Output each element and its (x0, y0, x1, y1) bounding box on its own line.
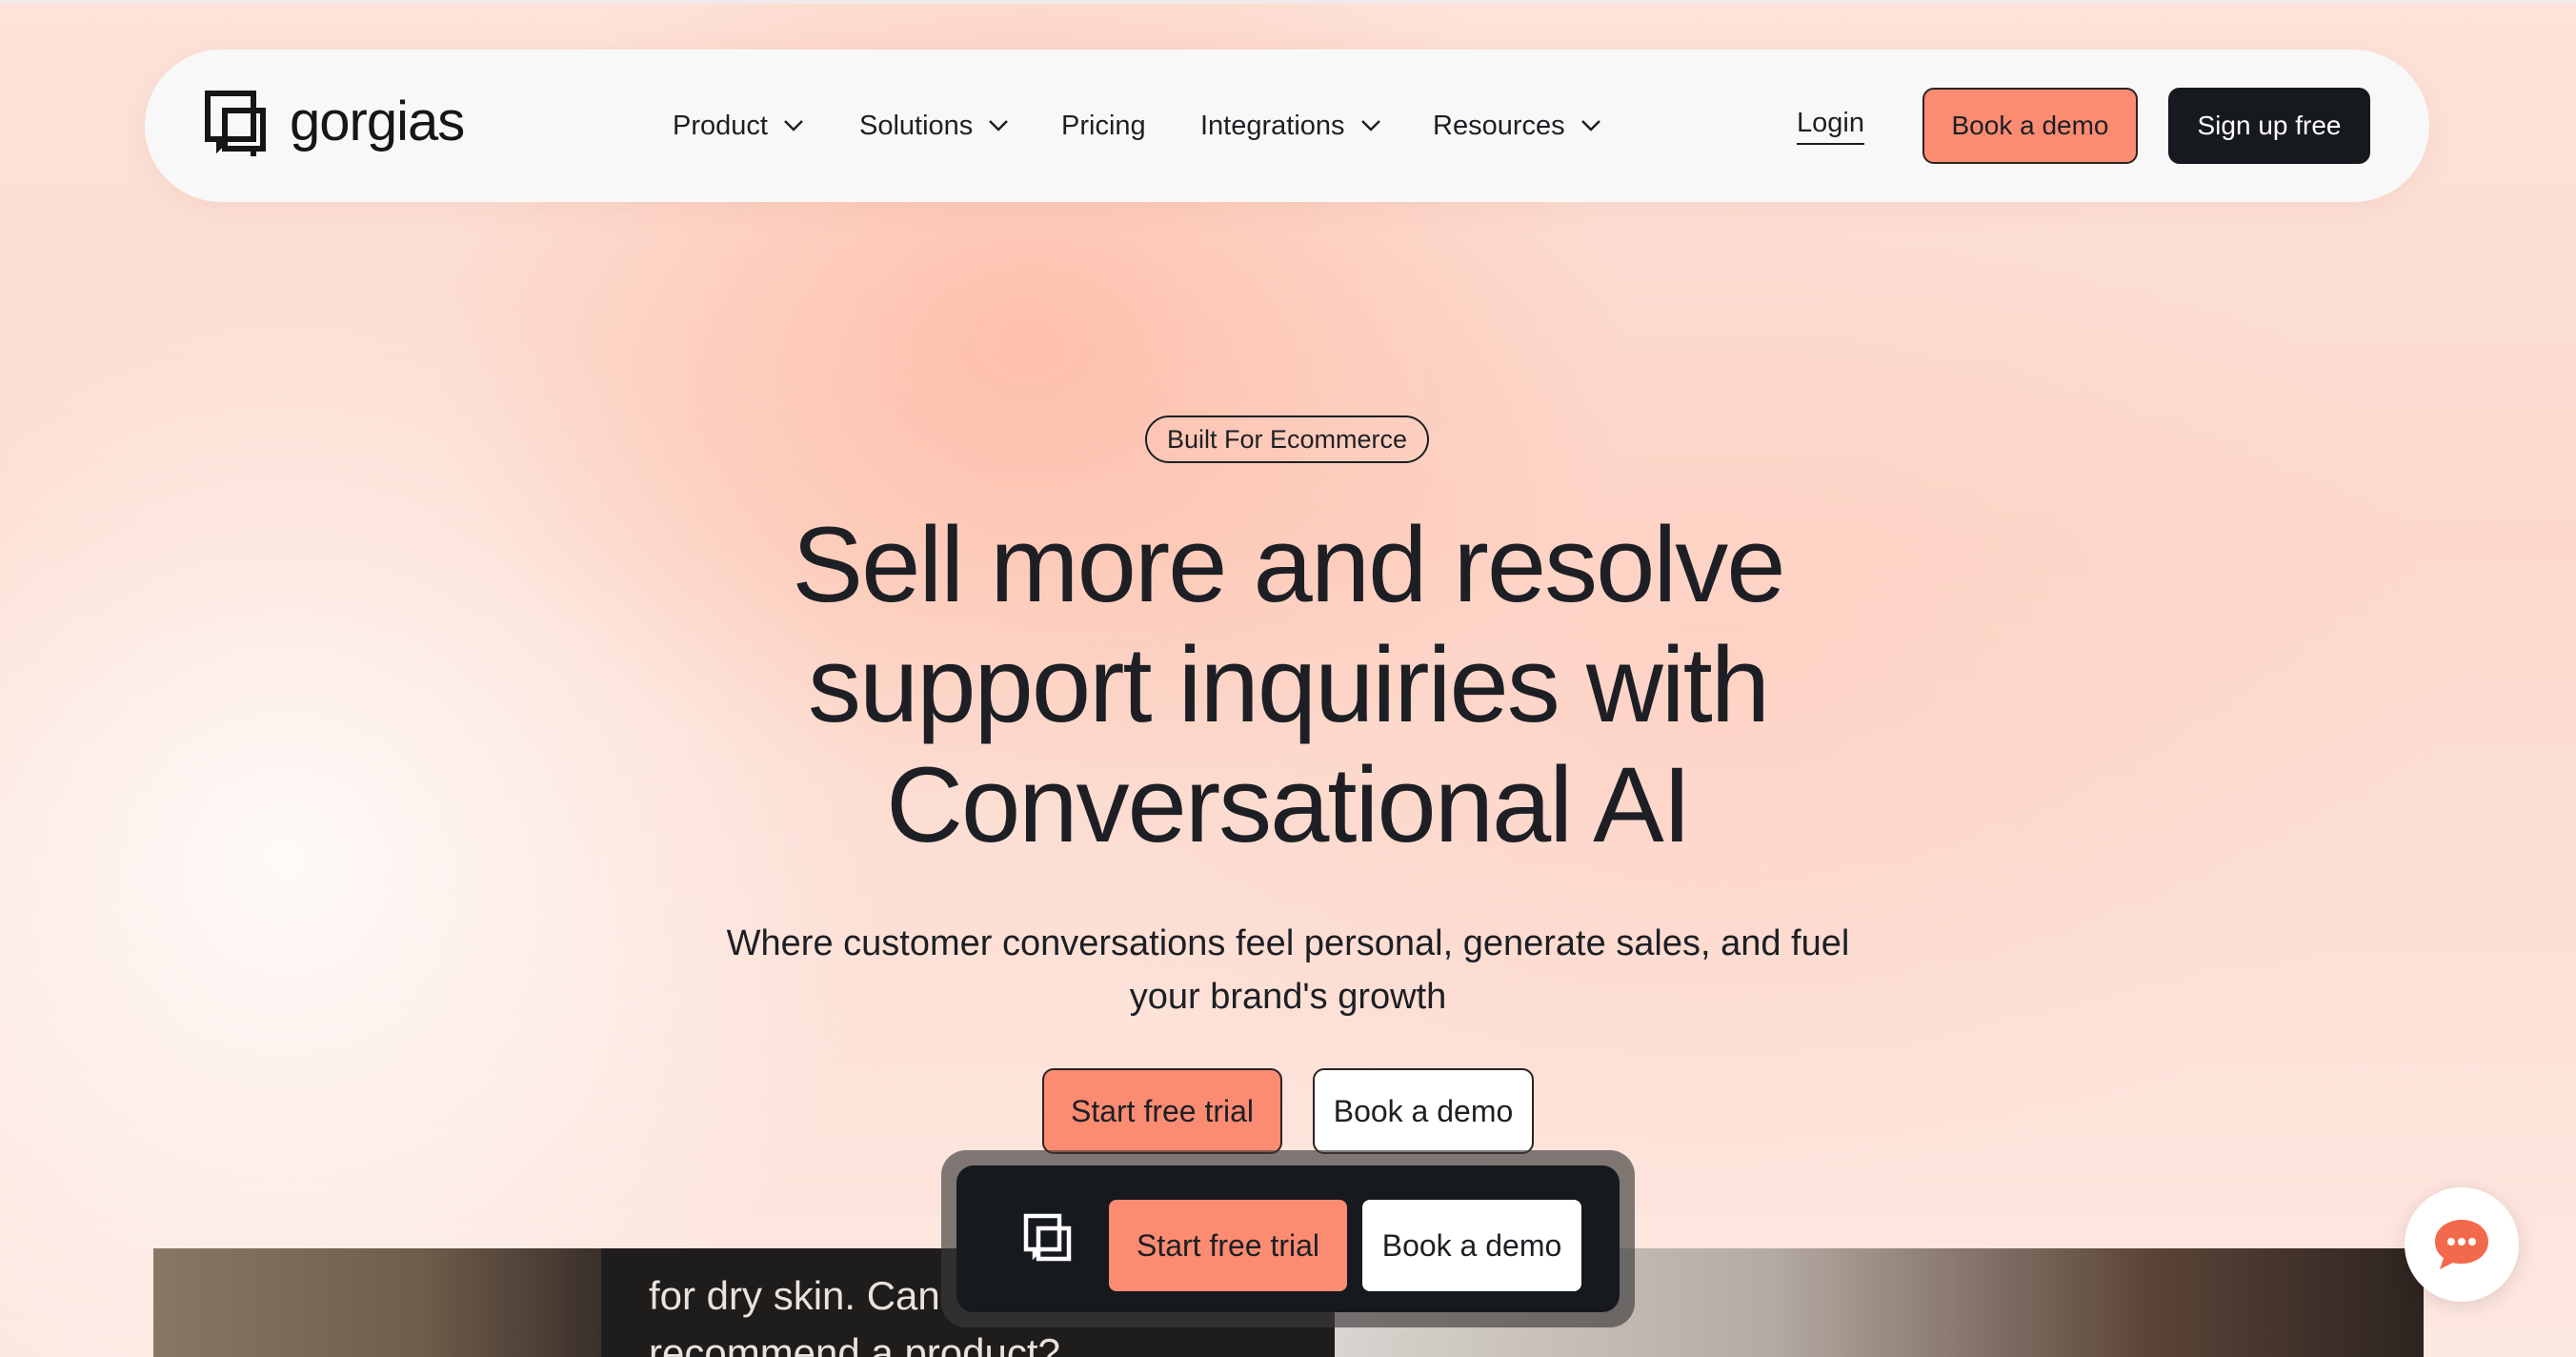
subheading-line: Where customer conversations feel person… (726, 923, 1850, 963)
nav-item-label: Solutions (859, 110, 974, 141)
start-free-trial-button[interactable]: Start free trial (1042, 1068, 1282, 1154)
nav-item-label: Pricing (1061, 110, 1146, 141)
chevron-down-icon (784, 120, 803, 132)
nav-item-label: Resources (1433, 110, 1565, 141)
gorgias-logo-icon (1023, 1213, 1072, 1262)
nav-item-solutions[interactable]: Solutions (859, 50, 1009, 202)
brand-logo-link[interactable]: gorgias (204, 90, 465, 158)
top-navbar: gorgias Product Solutions Pricing Integr… (145, 50, 2429, 202)
nav-item-integrations[interactable]: Integrations (1200, 50, 1381, 202)
chevron-down-icon (1360, 120, 1380, 132)
headline-line: Conversational AI (886, 745, 1692, 864)
chat-message-line: recommend a product? (649, 1330, 1060, 1357)
subheading-line: your brand's growth (1129, 977, 1447, 1017)
chevron-down-icon (1580, 120, 1600, 132)
category-badge: Built For Ecommerce (1145, 415, 1429, 463)
hero-book-demo-button[interactable]: Book a demo (1313, 1068, 1534, 1154)
sticky-start-free-trial-button[interactable]: Start free trial (1109, 1200, 1347, 1291)
headline-line: Sell more and resolve (792, 505, 1785, 624)
sticky-book-demo-button[interactable]: Book a demo (1362, 1200, 1581, 1291)
chevron-down-icon (989, 120, 1009, 132)
preview-photo-left (153, 1248, 601, 1357)
hero-headline: Sell more and resolve support inquiries … (621, 505, 1955, 865)
hero-subheading: Where customer conversations feel person… (621, 917, 1955, 1023)
nav-item-pricing[interactable]: Pricing (1061, 50, 1146, 202)
gorgias-logo-icon (205, 91, 266, 156)
login-label: Login (1797, 108, 1864, 145)
login-link[interactable]: Login (1797, 50, 1864, 202)
chat-launcher-button[interactable] (2405, 1187, 2519, 1302)
top-divider (0, 0, 2576, 4)
sticky-cta-panel: Start free trial Book a demo (956, 1165, 1620, 1312)
sign-up-button[interactable]: Sign up free (2168, 88, 2370, 164)
sticky-cta-bar: Start free trial Book a demo (941, 1150, 1635, 1327)
nav-item-product[interactable]: Product (673, 50, 804, 202)
nav-item-label: Integrations (1200, 110, 1345, 141)
nav-item-resources[interactable]: Resources (1433, 50, 1601, 202)
chat-bubble-icon (2435, 1220, 2488, 1269)
nav-item-label: Product (673, 110, 768, 141)
book-demo-button[interactable]: Book a demo (1922, 88, 2138, 164)
brand-name: gorgias (290, 90, 465, 152)
headline-line: support inquiries with (807, 625, 1770, 744)
